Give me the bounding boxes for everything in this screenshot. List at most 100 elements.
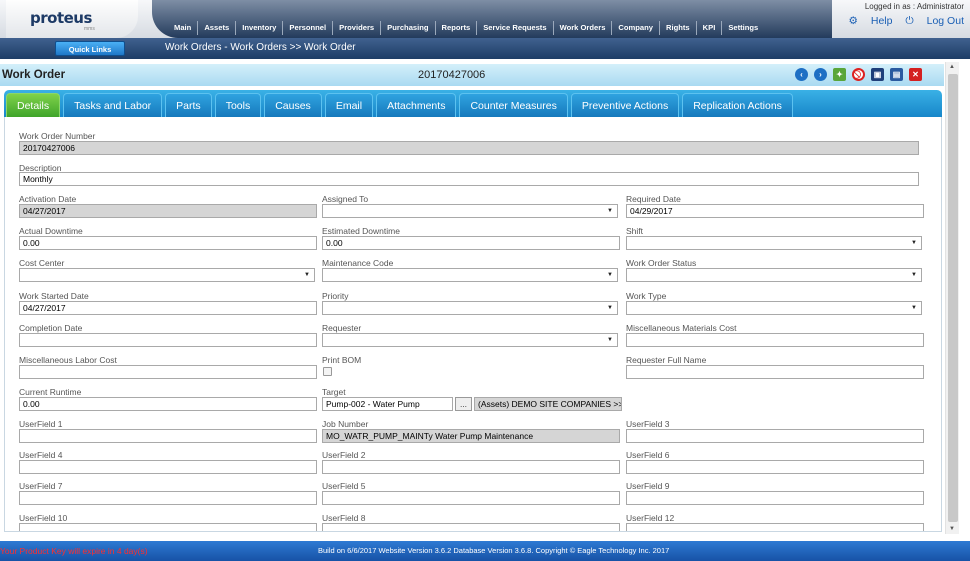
scrollbar-thumb[interactable] — [948, 74, 958, 522]
userfield5-label: UserField 5 — [322, 481, 366, 491]
nav-item-settings[interactable]: Settings — [722, 21, 764, 35]
userfield4-label: UserField 4 — [19, 450, 63, 460]
nav-item-service-requests[interactable]: Service Requests — [477, 21, 554, 35]
activation-date-field: 04/27/2017 — [19, 204, 317, 218]
prev-icon[interactable]: ‹ — [795, 68, 808, 81]
scroll-up-icon[interactable]: ▲ — [949, 64, 955, 70]
top-bar: proteus mms Main Assets Inventory Personnel… — [0, 0, 970, 38]
nav-item-main[interactable]: Main — [168, 21, 199, 35]
print-icon[interactable]: ▤ — [890, 68, 903, 81]
actual-downtime-field[interactable]: 0.00 — [19, 236, 317, 250]
toolbar: ‹ › ✦ ⃠ ▣ ▤ ✕ — [795, 68, 928, 81]
tab-tasks-and-labor[interactable]: Tasks and Labor — [63, 93, 163, 117]
userfield6-field[interactable] — [626, 460, 924, 474]
requester-select[interactable] — [322, 333, 618, 347]
userfield3-field[interactable] — [626, 429, 924, 443]
userfield8-label: UserField 8 — [322, 513, 366, 523]
work-order-header: Work Order 20170427006 ‹ › ✦ ⃠ ▣ ▤ ✕ — [0, 64, 944, 86]
description-field[interactable]: Monthly — [19, 172, 919, 186]
logout-link[interactable]: ⏻ Log Out — [905, 15, 964, 27]
requester-name-field[interactable] — [626, 365, 924, 379]
work-order-number-title: 20170427006 — [418, 69, 486, 81]
userfield2-label: UserField 2 — [322, 450, 366, 460]
tab-attachments[interactable]: Attachments — [376, 93, 457, 117]
activation-date-label: Activation Date — [19, 194, 77, 204]
cost-center-select[interactable] — [19, 268, 315, 282]
tab-counter-measures[interactable]: Counter Measures — [459, 93, 568, 117]
userfield12-field[interactable] — [626, 523, 924, 531]
nav-item-reports[interactable]: Reports — [436, 21, 478, 35]
work-started-field[interactable]: 04/27/2017 — [19, 301, 317, 315]
target-link[interactable]: (Assets) DEMO SITE COMPANIES >> — [474, 397, 622, 411]
nav-item-assets[interactable]: Assets — [198, 21, 237, 35]
job-number-label: Job Number — [322, 419, 369, 429]
nav-item-inventory[interactable]: Inventory — [236, 21, 284, 35]
priority-select[interactable] — [322, 301, 618, 315]
nav-item-company[interactable]: Company — [612, 21, 661, 35]
userfield1-label: UserField 1 — [19, 419, 63, 429]
nav-item-purchasing[interactable]: Purchasing — [381, 21, 436, 35]
main-nav: Main Assets Inventory Personnel Providers Pur… — [152, 0, 832, 38]
nav-item-kpi[interactable]: KPI — [697, 21, 723, 35]
target-browse-button[interactable]: ... — [455, 397, 472, 411]
wo-status-label: Work Order Status — [626, 258, 697, 268]
tab-replication-actions[interactable]: Replication Actions — [682, 93, 793, 117]
print-bom-checkbox[interactable] — [323, 367, 332, 376]
current-runtime-label: Current Runtime — [19, 387, 82, 397]
current-runtime-field[interactable]: 0.00 — [19, 397, 317, 411]
page-title: Work Order — [2, 69, 66, 81]
work-type-select[interactable] — [626, 301, 922, 315]
tab-causes[interactable]: Causes — [264, 93, 322, 117]
userfield6-label: UserField 6 — [626, 450, 670, 460]
tab-details[interactable]: Details — [6, 93, 61, 117]
userfield1-field[interactable] — [19, 429, 317, 443]
estimated-downtime-field[interactable]: 0.00 — [322, 236, 620, 250]
required-date-field[interactable]: 04/29/2017 — [626, 204, 924, 218]
misc-materials-field[interactable] — [626, 333, 924, 347]
target-field[interactable]: Pump-002 - Water Pump — [322, 397, 453, 411]
cancel-icon[interactable]: ⃠ — [852, 68, 865, 81]
tab-tools[interactable]: Tools — [214, 93, 262, 117]
userfield8-field[interactable] — [322, 523, 620, 531]
completion-date-field[interactable] — [19, 333, 317, 347]
shift-select[interactable] — [626, 236, 922, 250]
copy-icon[interactable]: ✦ — [833, 68, 846, 81]
logo[interactable]: proteus mms — [6, 0, 138, 38]
brand-sub: mms — [84, 26, 95, 32]
userfield9-label: UserField 9 — [626, 481, 670, 491]
nav-item-work-orders[interactable]: Work Orders — [554, 21, 613, 35]
page-scrollbar[interactable]: ▲ ▼ — [945, 62, 959, 534]
wo-status-select[interactable] — [626, 268, 922, 282]
userfield12-label: UserField 12 — [626, 513, 675, 523]
required-date-label: Required Date — [626, 194, 681, 204]
wo-number-label: Work Order Number — [19, 131, 96, 141]
userfield5-field[interactable] — [322, 491, 620, 505]
brand-name: proteus — [30, 9, 92, 27]
next-icon[interactable]: › — [814, 68, 827, 81]
userfield7-field[interactable] — [19, 491, 317, 505]
misc-labor-field[interactable] — [19, 365, 317, 379]
scroll-down-icon[interactable]: ▼ — [949, 526, 955, 532]
nav-item-providers[interactable]: Providers — [333, 21, 382, 35]
help-label: Help — [870, 15, 893, 27]
close-icon[interactable]: ✕ — [909, 68, 922, 81]
tab-parts[interactable]: Parts — [165, 93, 212, 117]
userfield4-field[interactable] — [19, 460, 317, 474]
userfield2-field[interactable] — [322, 460, 620, 474]
work-type-label: Work Type — [626, 291, 667, 301]
maintenance-code-select[interactable] — [322, 268, 618, 282]
work-started-label: Work Started Date — [19, 291, 89, 301]
misc-labor-label: Miscellaneous Labor Cost — [19, 355, 117, 365]
save-icon[interactable]: ▣ — [871, 68, 884, 81]
userfield10-field[interactable] — [19, 523, 317, 531]
tab-preventive-actions[interactable]: Preventive Actions — [570, 93, 680, 117]
nav-item-rights[interactable]: Rights — [660, 21, 697, 35]
userfield9-field[interactable] — [626, 491, 924, 505]
help-link[interactable]: ⚙ Help — [849, 15, 893, 27]
build-info: Build on 6/6/2017 Website Version 3.6.2 … — [318, 546, 670, 555]
assigned-to-select[interactable] — [322, 204, 618, 218]
tab-email[interactable]: Email — [324, 93, 374, 117]
shift-label: Shift — [626, 226, 644, 236]
nav-item-personnel[interactable]: Personnel — [283, 21, 334, 35]
quick-links-button[interactable]: Quick Links — [55, 41, 125, 56]
